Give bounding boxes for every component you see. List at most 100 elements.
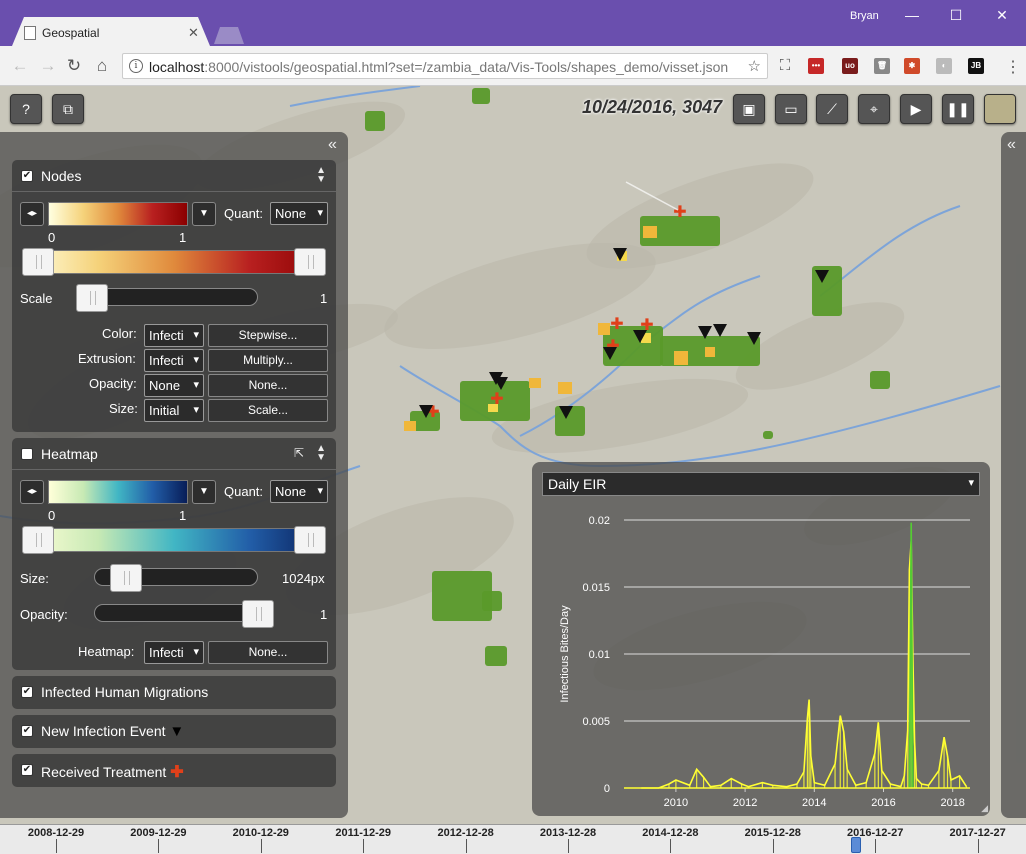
nodes-quant-select[interactable]: None [270,202,328,225]
treatment-marker[interactable]: ✚ [673,202,686,221]
cast-icon[interactable]: ⛶ [775,56,795,76]
timeline-tick [977,839,979,853]
trash-icon[interactable]: 🗑 [874,58,890,74]
pause-button[interactable]: ❚❚ [942,94,974,124]
map-node-infected[interactable] [404,421,416,431]
range-max-handle[interactable] [294,526,326,554]
jb-icon[interactable]: JB [968,58,984,74]
map-node-cluster[interactable] [365,111,385,131]
range-min-handle[interactable] [22,248,54,276]
pinwheel-icon[interactable]: ✱ [904,58,920,74]
basemap-thumbnail-button[interactable] [984,94,1016,124]
reverse-gradient-icon[interactable]: ◂▸ [20,480,44,504]
opacity-select[interactable]: None [144,374,204,397]
new-infection-layer[interactable]: ✔ New Infection Event ▼ [12,715,336,748]
heatmap-property-select[interactable]: Infecti [144,641,204,664]
gradient-dropdown-icon[interactable]: ▼ [192,202,216,226]
sort-icon[interactable]: ▲ ▼ [316,444,326,463]
tab-close-icon[interactable]: ✕ [188,25,199,41]
stepwise-button[interactable]: Stepwise... [208,324,328,347]
map-node-infected[interactable] [529,378,541,388]
maximize-icon[interactable]: ☐ [938,4,974,26]
map-node-cluster[interactable] [870,371,890,389]
browser-menu-icon[interactable]: ⋮ [1005,57,1021,77]
chart-button[interactable]: ⟋ [816,94,848,124]
color-select[interactable]: Infecti [144,324,204,347]
map-node-infected[interactable] [558,382,572,394]
map-node-infected[interactable] [705,347,715,357]
treatment-checkbox[interactable]: ✔ [21,764,33,776]
map-node-infected[interactable] [598,323,610,335]
map-viewport[interactable]: ✚ ✚ ✚ ✚ ✚ ✚ ? ⧉ 10/24/2016, 3047 ▣ ▭ ⟋ ⌖ ▶ ❚❚… [0,86,1026,854]
chart-series-select[interactable]: Daily EIR [542,472,980,496]
right-panel: « [1001,132,1026,818]
reverse-gradient-icon[interactable]: ◂▸ [20,202,44,226]
ghost-icon[interactable]: ◐ [936,58,952,74]
heatmap-range-slider[interactable] [22,528,326,552]
reload-icon[interactable]: ↻ [64,56,84,76]
nodes-range-slider[interactable] [22,250,326,274]
eir-series-line [641,541,968,789]
forward-arrow-icon[interactable]: → [38,56,58,76]
recenter-button[interactable]: ⌖ [858,94,890,124]
x-tick-label: 2018 [940,797,964,809]
collapse-left-icon[interactable]: « [328,136,337,154]
opacity-label: Opacity: [89,376,137,391]
timeline-tick [670,839,672,853]
map-node-cluster[interactable] [472,88,490,104]
treatment-marker[interactable]: ✚ [490,389,503,408]
timeline-tick [363,839,365,853]
new-tab-button[interactable] [214,27,244,44]
heatmap-none-button[interactable]: None... [208,641,328,664]
home-icon[interactable]: ⌂ [92,56,112,76]
url-text[interactable]: localhost:8000/vistools/geospatial.html?… [149,59,728,75]
timeline-bar[interactable]: 2008-12-29 2009-12-29 2010-12-29 2011-12-29… [0,824,1026,854]
timeline-cursor[interactable] [851,837,861,853]
open-folder-button[interactable]: ▭ [775,94,807,124]
size-select[interactable]: Initial [144,399,204,422]
help-button[interactable]: ? [10,94,42,124]
nodes-checkbox[interactable]: ✔ [21,170,33,182]
lastpass-icon[interactable]: ••• [808,58,824,74]
treatment-layer[interactable]: ✔ Received Treatment ✚ [12,754,336,787]
extrusion-select[interactable]: Infecti [144,349,204,372]
scale-button[interactable]: Scale... [208,399,328,422]
gradient-dropdown-icon[interactable]: ▼ [192,480,216,504]
info-icon[interactable]: i [129,59,143,73]
back-arrow-icon[interactable]: ← [10,56,30,76]
map-node-cluster[interactable] [485,646,507,666]
map-node-infected[interactable] [674,351,688,365]
gradient-min-label: 0 [48,230,56,245]
map-node-cluster[interactable] [763,431,773,439]
bookmark-star-icon[interactable]: ☆ [748,57,761,75]
heatmap-checkbox[interactable]: ✔ [21,448,33,460]
collapse-right-icon[interactable]: « [1007,136,1016,154]
close-window-icon[interactable]: ✕ [984,4,1020,26]
heatmap-quant-select[interactable]: None [270,480,328,503]
save-button[interactable]: ▣ [733,94,765,124]
map-node-cluster[interactable] [482,591,502,611]
popout-icon[interactable]: ⇱ [294,446,304,460]
scale-slider-handle[interactable] [76,284,108,312]
range-max-handle[interactable] [294,248,326,276]
migrations-layer[interactable]: ✔ Infected Human Migrations [12,676,336,709]
play-button[interactable]: ▶ [900,94,932,124]
tab-title[interactable]: Geospatial [42,26,99,40]
layers-button[interactable]: ⧉ [52,94,84,124]
treatment-marker[interactable]: ✚ [610,314,623,333]
new-infection-checkbox[interactable]: ✔ [21,725,33,737]
migrations-checkbox[interactable]: ✔ [21,686,33,698]
range-min-handle[interactable] [22,526,54,554]
heatmap-opacity-handle[interactable] [242,600,274,628]
map-node-infected[interactable] [643,226,657,238]
multiply-button[interactable]: Multiply... [208,349,328,372]
sort-icon[interactable]: ▲ ▼ [316,166,326,185]
resize-handle-icon[interactable]: ◢ [981,803,988,814]
profile-name[interactable]: Bryan [850,10,879,22]
ublock-icon[interactable]: uo [842,58,858,74]
timeline-tick [875,839,877,853]
minimize-icon[interactable]: — [894,4,930,26]
opacity-none-button[interactable]: None... [208,374,328,397]
heatmap-size-handle[interactable] [110,564,142,592]
address-bar[interactable]: i localhost:8000/vistools/geospatial.htm… [122,53,768,79]
